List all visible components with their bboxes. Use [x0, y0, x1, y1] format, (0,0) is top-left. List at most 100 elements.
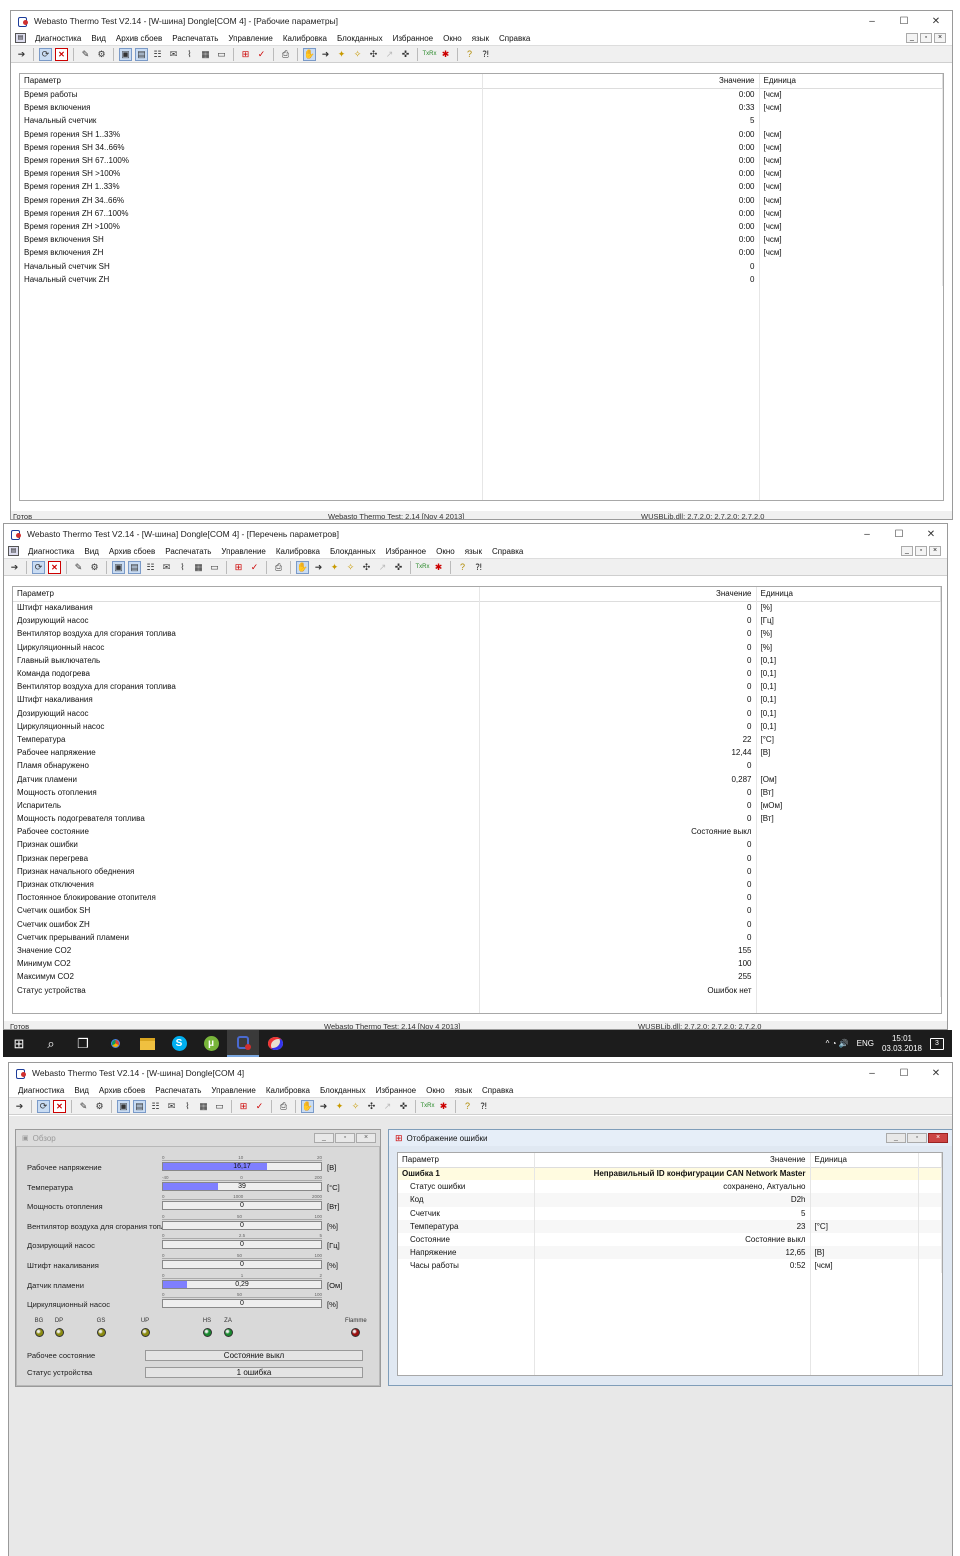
- menu-item[interactable]: язык: [450, 1086, 477, 1095]
- table-row[interactable]: Рабочее напряжение 12,44 [В]: [13, 746, 941, 760]
- hand-icon[interactable]: ✋: [301, 1099, 314, 1113]
- col-unit[interactable]: Единица: [810, 1153, 919, 1168]
- table-row[interactable]: Счетчик прерываний пламени 0: [13, 930, 941, 944]
- stop-icon[interactable]: ✕: [53, 1099, 66, 1113]
- params-icon[interactable]: ▤: [133, 1099, 146, 1113]
- table-row[interactable]: Код D2h: [398, 1193, 942, 1207]
- check-icon[interactable]: ✓: [255, 48, 268, 61]
- table-row[interactable]: Признак начального обеднения 0: [13, 864, 941, 878]
- note-icon[interactable]: ✉: [165, 1100, 178, 1113]
- menu-item[interactable]: Справка: [487, 547, 528, 556]
- table-row[interactable]: Значение CO2 155: [13, 943, 941, 958]
- mdi-minimize-button[interactable]: _: [901, 546, 913, 556]
- panel-minimize-button[interactable]: _: [886, 1133, 906, 1143]
- table-row[interactable]: Признак отключения 0: [13, 877, 941, 892]
- list-icon[interactable]: ☷: [144, 561, 157, 574]
- table-row[interactable]: Циркуляционный насос 0 [0,1]: [13, 719, 941, 733]
- panel-close-button[interactable]: ×: [356, 1133, 376, 1143]
- menu-item[interactable]: Вид: [79, 547, 103, 556]
- overview-title-bar[interactable]: ▣ Обзор _ ▫ ×: [16, 1130, 380, 1146]
- panel-restore-button[interactable]: ▫: [907, 1133, 927, 1143]
- chart-icon[interactable]: ⌇: [176, 561, 189, 574]
- table-row[interactable]: Штифт накаливания 0 [0,1]: [13, 693, 941, 707]
- list-icon[interactable]: ☷: [151, 48, 164, 61]
- table-row[interactable]: Мощность подогревателя топлива 0 [Вт]: [13, 812, 941, 826]
- notification-icon[interactable]: 3: [930, 1037, 944, 1050]
- menu-item[interactable]: Распечатать: [160, 547, 216, 556]
- menu-item[interactable]: Избранное: [381, 547, 432, 556]
- table-row[interactable]: Команда подогрева 0 [0,1]: [13, 666, 941, 681]
- arrow-right-icon[interactable]: ➜: [312, 561, 325, 574]
- close-button[interactable]: ✕: [920, 1063, 952, 1083]
- col-param[interactable]: Параметр: [20, 74, 483, 89]
- table-row[interactable]: Статус ошибки сохранено, Актуально: [398, 1180, 942, 1194]
- print-icon[interactable]: ⎙: [277, 1100, 290, 1113]
- col-value[interactable]: Значение: [534, 1153, 811, 1168]
- title-bar[interactable]: Webasto Thermo Test V2.14 - [W-шина] Don…: [9, 1063, 952, 1083]
- menu-item[interactable]: Избранное: [388, 34, 439, 43]
- params-icon[interactable]: ▤: [128, 560, 141, 574]
- doc-icon[interactable]: ▭: [213, 1100, 226, 1113]
- task-view-icon[interactable]: ❐: [67, 1030, 99, 1057]
- mdi-close-button[interactable]: ×: [934, 33, 946, 43]
- table-row[interactable]: Признак ошибки 0: [13, 838, 941, 852]
- table-row[interactable]: Датчик пламени 0,287 [Ом]: [13, 772, 941, 786]
- table-row[interactable]: Температура 22 [°C]: [13, 732, 941, 747]
- table-row[interactable]: Штифт накаливания 0 [%]: [13, 601, 941, 615]
- table-row[interactable]: Мощность отопления 0 [Вт]: [13, 785, 941, 799]
- col-unit[interactable]: Единица: [756, 587, 941, 602]
- table-row[interactable]: Дозирующий насос 0 [Гц]: [13, 614, 941, 628]
- chart-icon[interactable]: ⌇: [183, 48, 196, 61]
- table-row[interactable]: Вентилятор воздуха для сгорания топлива 0…: [13, 680, 941, 694]
- connect-icon[interactable]: ➔: [15, 48, 28, 61]
- note-icon[interactable]: ✉: [160, 561, 173, 574]
- mdi-restore-button[interactable]: ▫: [915, 546, 927, 556]
- menu-item[interactable]: Управление: [206, 1086, 260, 1095]
- panel-close-button[interactable]: ×: [928, 1133, 948, 1143]
- probe-icon[interactable]: ✎: [77, 1100, 90, 1113]
- read-icon[interactable]: ⟳: [32, 560, 45, 574]
- note-icon[interactable]: ✉: [167, 48, 180, 61]
- table-row[interactable]: Температура 23 [°C]: [398, 1219, 942, 1233]
- table-row[interactable]: Напряжение 12,65 [В]: [398, 1246, 942, 1260]
- table-row[interactable]: Признак перегрева 0: [13, 851, 941, 865]
- menu-item[interactable]: Окно: [431, 547, 460, 556]
- minimize-button[interactable]: –: [856, 11, 888, 31]
- connect-icon[interactable]: ➔: [8, 561, 21, 574]
- table-row[interactable]: Пламя обнаружено 0: [13, 759, 941, 773]
- table-row[interactable]: Дозирующий насос 0 [0,1]: [13, 706, 941, 720]
- table-row[interactable]: Максимум CO2 255: [13, 970, 941, 984]
- col-param[interactable]: Параметр: [398, 1153, 535, 1168]
- txrx-icon[interactable]: TxRx: [416, 561, 430, 574]
- col-unit[interactable]: Единица: [759, 74, 943, 89]
- menu-item[interactable]: Вид: [86, 34, 110, 43]
- clock[interactable]: 15:01 03.03.2018: [882, 1034, 922, 1054]
- col-param[interactable]: Параметр: [13, 587, 480, 602]
- dosing2-icon[interactable]: ✧: [349, 1100, 362, 1113]
- table-row[interactable]: Испаритель 0 [мОм]: [13, 798, 941, 812]
- txrx-icon[interactable]: TxRx: [423, 48, 437, 61]
- menu-item[interactable]: Распечатать: [167, 34, 223, 43]
- search-icon[interactable]: ⌕: [35, 1030, 67, 1057]
- tools-icon[interactable]: ⚙: [88, 561, 101, 574]
- doc-icon[interactable]: ▭: [208, 561, 221, 574]
- title-bar[interactable]: Webasto Thermo Test V2.14 - [W-шина] Don…: [11, 11, 952, 31]
- close-button[interactable]: ✕: [920, 11, 952, 31]
- stop-icon[interactable]: ✕: [48, 560, 61, 574]
- mdi-minimize-button[interactable]: _: [906, 33, 918, 43]
- table-icon[interactable]: ▦: [197, 1100, 210, 1113]
- webasto-taskbar-icon[interactable]: [227, 1030, 259, 1057]
- system-menu-icon[interactable]: ▤: [8, 546, 19, 556]
- context-help-icon[interactable]: ⁈: [477, 1100, 490, 1113]
- utorrent-icon[interactable]: μ: [195, 1030, 227, 1057]
- start-button[interactable]: ⊞: [3, 1030, 35, 1057]
- menu-item[interactable]: Диагностика: [23, 547, 79, 556]
- bug-icon[interactable]: ✱: [432, 561, 445, 574]
- hand-icon[interactable]: ✋: [303, 47, 316, 61]
- bug-icon[interactable]: ✱: [439, 48, 452, 61]
- bug-icon[interactable]: ✱: [437, 1100, 450, 1113]
- menu-item[interactable]: Калибровка: [271, 547, 325, 556]
- error-icon[interactable]: ⊞: [237, 1100, 250, 1113]
- arrow-right-icon[interactable]: ➜: [317, 1100, 330, 1113]
- menu-item[interactable]: Окно: [421, 1086, 450, 1095]
